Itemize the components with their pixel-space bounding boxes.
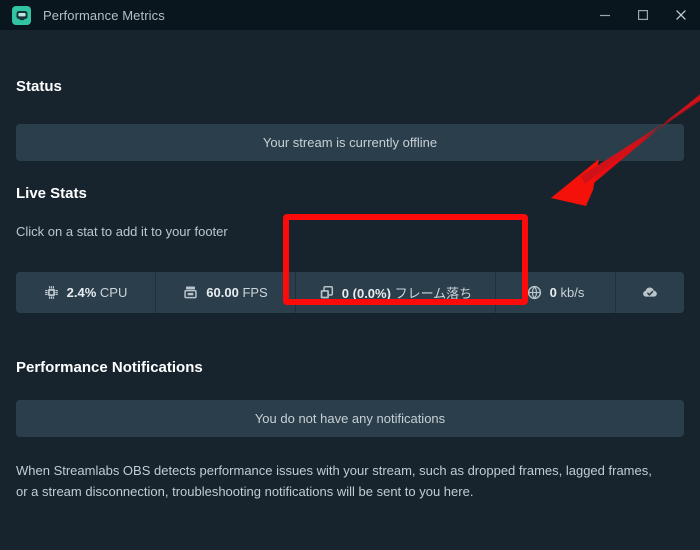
cpu-stat-label: 2.4% CPU [67, 285, 128, 300]
maximize-icon[interactable] [624, 0, 662, 30]
status-heading: Status [16, 78, 62, 95]
cpu-stat-value: 2.4% [66, 285, 97, 300]
duplicate-frames-icon [319, 285, 334, 300]
streamlabs-obs-icon [12, 5, 31, 25]
fps-stat-label: 60.00 FPS [206, 285, 267, 300]
bandwidth-stat[interactable]: 0 kb/s [496, 272, 616, 313]
bandwidth-value: 0 [549, 285, 557, 300]
connection-status-stat[interactable] [616, 272, 684, 313]
cpu-chip-icon [44, 285, 59, 300]
minimize-icon[interactable] [586, 0, 624, 30]
fps-stat-unit: FPS [242, 285, 268, 300]
cloud-check-icon [642, 284, 659, 301]
notifications-panel: You do not have any notifications [16, 400, 684, 437]
notifications-description: When Streamlabs OBS detects performance … [16, 463, 652, 499]
close-icon[interactable] [662, 0, 700, 30]
live-stats-hint: Click on a stat to add it to your footer [16, 224, 228, 239]
bandwidth-globe-icon [527, 285, 542, 300]
dropped-frames-value: 0 (0.0%) [341, 286, 391, 301]
cpu-stat[interactable]: 2.4% CPU [16, 272, 156, 313]
dropped-frames-stat[interactable]: 0 (0.0%) フレーム落ち [296, 272, 496, 313]
fps-stat[interactable]: 60.00 FPS [156, 272, 296, 313]
bandwidth-unit: kb/s [560, 285, 585, 300]
notifications-empty-message: You do not have any notifications [254, 411, 446, 426]
notifications-heading: Performance Notifications [16, 359, 203, 376]
bandwidth-label: 0 kb/s [550, 285, 585, 300]
stream-status-panel: Your stream is currently offline [16, 124, 684, 161]
live-stats-heading: Live Stats [16, 185, 87, 202]
window-controls [586, 0, 700, 30]
dropped-frames-label: 0 (0.0%) フレーム落ち [342, 283, 472, 302]
window-title: Performance Metrics [43, 7, 165, 23]
title-bar: Performance Metrics [0, 0, 700, 30]
layers-stack-icon [183, 285, 198, 300]
cpu-stat-unit: CPU [99, 285, 128, 300]
dropped-frames-unit: フレーム落ち [394, 286, 473, 301]
live-stats-bar: 2.4% CPU 60.00 FPS 0 (0.0%) フレーム落ち 0 kb/… [16, 272, 684, 313]
stream-status-message: Your stream is currently offline [262, 135, 438, 150]
fps-stat-value: 60.00 [206, 285, 239, 300]
